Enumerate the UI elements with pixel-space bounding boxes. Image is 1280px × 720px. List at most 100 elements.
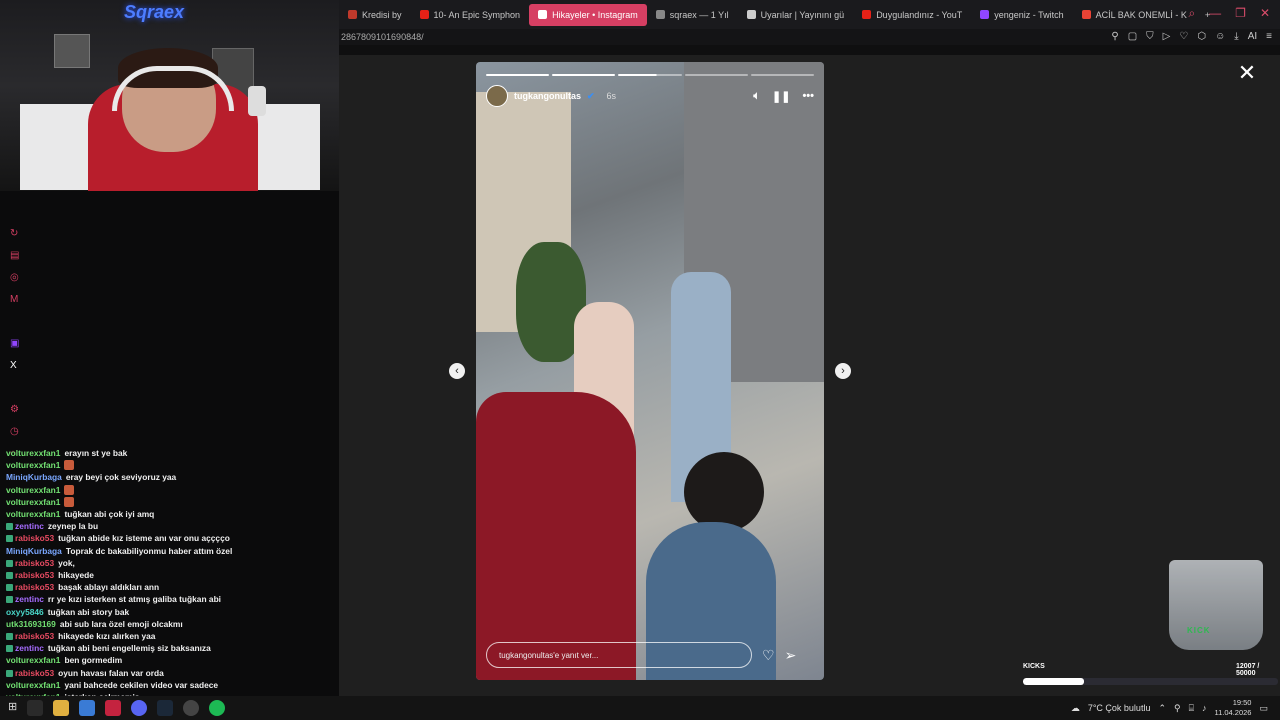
browser-toolbar: ⚲ ▢ ⛉ ▷ ♡ ⬡ ☺ ⤓ AI ≡ — [1111, 31, 1272, 42]
refresh-icon[interactable]: ↻ — [10, 228, 19, 242]
chat-message: oxyy5846 tuğkan abi story bak — [6, 606, 336, 618]
chat-message: zentinc rr ye kızı isterken st atmış gali… — [6, 593, 336, 605]
instagram-icon[interactable]: ◎ — [10, 272, 19, 286]
chat-username[interactable]: zentinc — [15, 643, 44, 653]
search-icon[interactable] — [27, 700, 44, 716]
more-icon[interactable]: ••• — [802, 90, 814, 103]
browser-tab[interactable]: sqraex — 1 Yıl — [647, 4, 738, 26]
window-controls: ⌕ — ❐ ✕ — [1188, 6, 1270, 21]
tab-favicon-icon — [348, 10, 357, 19]
chat-username[interactable]: MiniqKurbaga — [6, 472, 62, 482]
bookmarks-bar — [339, 45, 1280, 55]
chat-username[interactable]: volturexxfan1 — [6, 485, 60, 495]
discord-icon[interactable] — [131, 700, 148, 716]
chat-username[interactable]: rabisko53 — [15, 570, 54, 580]
chat-username[interactable]: utk31693169 — [6, 619, 56, 629]
chat-text: zeynep la bu — [47, 521, 99, 532]
twitch-icon[interactable]: ▣ — [10, 338, 19, 352]
chat-username[interactable]: zentinc — [15, 521, 44, 531]
chat-username[interactable]: volturexxfan1 — [6, 680, 60, 690]
chat-message: volturexxfan1 erayın st ye bak — [6, 447, 336, 459]
clock[interactable]: 19:50 11.04.2026 — [1215, 698, 1252, 718]
reply-input[interactable]: tugkangonultas'e yanıt ver... — [486, 642, 752, 668]
chat-message: volturexxfan1 tuğkan abi çok iyi amq — [6, 508, 336, 520]
opera-icon[interactable] — [105, 700, 122, 716]
chat-text: oyun havası falan var orda — [58, 667, 164, 678]
chat-message: rabisko53 hikayede kızı alırken yaa — [6, 630, 336, 642]
chat-username[interactable]: oxyy5846 — [6, 607, 44, 617]
previous-story-button[interactable]: ‹ — [449, 363, 465, 379]
obs-icon[interactable] — [183, 700, 200, 716]
chat-username[interactable]: volturexxfan1 — [6, 448, 60, 458]
app-icon[interactable] — [79, 700, 96, 716]
chat-username[interactable]: rabisko53 — [15, 533, 54, 543]
chat-message: volturexxfan1 ben gormedim — [6, 654, 336, 666]
sub-badge-icon — [6, 535, 13, 543]
address-bar[interactable]: 2867809101690848/ ⚲ ▢ ⛉ ▷ ♡ ⬡ ☺ ⤓ AI ≡ — [339, 29, 1280, 45]
play-icon[interactable]: ▷ — [1163, 31, 1171, 42]
close-icon[interactable]: ✕ — [1236, 62, 1258, 84]
emote-icon — [64, 484, 75, 495]
profile-icon[interactable]: ☺ — [1215, 31, 1225, 42]
close-window-icon[interactable]: ✕ — [1260, 6, 1270, 21]
shield-icon[interactable]: ⛉ — [1146, 31, 1154, 42]
settings-icon[interactable]: ⚙ — [10, 404, 19, 418]
chat-username[interactable]: zentinc — [15, 594, 44, 604]
chat-username[interactable]: MiniqKurbaga — [6, 546, 62, 556]
volume-icon[interactable]: 🔈︎ — [753, 90, 760, 103]
chat-username[interactable]: rabisko53 — [15, 582, 54, 592]
speaker-icon[interactable]: ♪ — [1202, 703, 1207, 713]
chat-username[interactable]: rabisko53 — [15, 631, 54, 641]
gmail-icon[interactable]: M — [10, 294, 19, 308]
stream-logo: Sqraex — [124, 2, 185, 22]
notification-icon[interactable]: ▭ — [1259, 703, 1268, 714]
chat-username[interactable]: volturexxfan1 — [6, 460, 60, 470]
kicks-count: 12007 / 50000 — [1236, 663, 1260, 677]
story-media[interactable]: tugkangonultas ✔ 6s 🔈︎ ❚❚ ••• tugkangonu… — [476, 62, 824, 680]
browser-tab[interactable]: ACİL BAK ONEMLİ - K — [1073, 4, 1196, 26]
browser-tab[interactable]: yengeniz - Twitch — [971, 4, 1072, 26]
browser-tab[interactable]: Uyarılar | Yayınını gü — [738, 4, 854, 26]
network-icon[interactable]: ⌸ — [1189, 703, 1194, 714]
chat-username[interactable]: rabisko53 — [15, 558, 54, 568]
windows-start-icon[interactable]: ⊞ — [8, 700, 17, 716]
stack-icon[interactable]: ▤ — [10, 250, 19, 264]
browser-tab[interactable]: 10- An Epic Symphon — [411, 4, 530, 26]
minimize-icon[interactable]: — — [1209, 6, 1221, 21]
maximize-icon[interactable]: ❐ — [1235, 6, 1246, 21]
menu-icon[interactable]: ≡ — [1266, 31, 1272, 42]
steam-icon[interactable] — [157, 700, 174, 716]
browser-tab[interactable]: Hikayeler • Instagram — [529, 3, 647, 26]
chat-username[interactable]: rabisko53 — [15, 668, 54, 678]
send-icon[interactable]: ➢ — [785, 647, 797, 664]
sub-badge-icon — [6, 669, 13, 677]
heart-icon[interactable]: ♡ — [1179, 31, 1188, 42]
tab-favicon-icon — [746, 10, 756, 19]
heart-icon[interactable]: ♡ — [762, 647, 775, 664]
browser-tab[interactable]: Kredisi by — [339, 4, 411, 26]
browser-tab[interactable]: Duygulandınız - YouT — [853, 4, 971, 26]
spotify-icon[interactable] — [209, 700, 226, 716]
pause-icon[interactable]: ❚❚ — [772, 90, 790, 103]
download-icon[interactable]: ⤓ — [1234, 31, 1238, 42]
tab-favicon-icon — [862, 10, 872, 19]
next-story-button[interactable]: › — [835, 363, 851, 379]
tray-expand-icon[interactable]: ⌃ — [1158, 703, 1166, 714]
history-icon[interactable]: ◷ — [10, 426, 19, 440]
tab-icon[interactable]: ▢ — [1128, 31, 1137, 42]
chat-text: rr ye kızı isterken st atmış galiba tuğk… — [47, 594, 222, 605]
microphone-icon[interactable]: ⚲ — [1174, 703, 1181, 714]
avatar[interactable] — [486, 85, 508, 107]
x-icon[interactable]: X — [10, 360, 19, 374]
chat-username[interactable]: volturexxfan1 — [6, 509, 60, 519]
chat-username[interactable]: volturexxfan1 — [6, 497, 60, 507]
search-icon[interactable]: ⌕ — [1188, 6, 1195, 21]
ai-icon[interactable]: AI — [1248, 31, 1257, 42]
folder-icon[interactable] — [53, 700, 70, 716]
verified-icon: ✔ — [587, 90, 595, 101]
chat-username[interactable]: volturexxfan1 — [6, 655, 60, 665]
story-username[interactable]: tugkangonultas — [514, 91, 581, 101]
extensions-icon[interactable]: ⬡ — [1197, 31, 1206, 42]
tab-favicon-icon — [419, 10, 429, 19]
pin-icon[interactable]: ⚲ — [1111, 31, 1118, 42]
